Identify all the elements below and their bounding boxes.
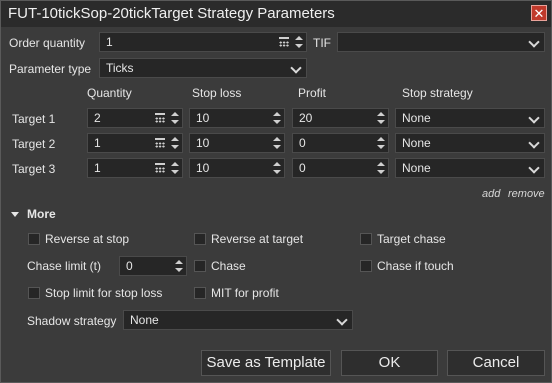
chase-if-touch-checkbox[interactable] [360, 260, 372, 272]
target-1-label: Target 1 [12, 112, 56, 126]
spinner-icon[interactable] [273, 110, 281, 126]
spinner-icon[interactable] [171, 160, 179, 176]
target-2-label: Target 2 [12, 137, 56, 151]
chevron-down-icon [290, 62, 302, 74]
chase-limit-label: Chase limit (t) [27, 259, 102, 273]
spinner-icon[interactable] [171, 135, 179, 151]
close-icon: ✕ [533, 6, 545, 21]
target-chase-checkbox[interactable] [360, 233, 372, 245]
target-1-stop-loss-value: 10 [196, 111, 210, 125]
parameter-type-dropdown[interactable]: Ticks [99, 58, 307, 78]
reverse-at-target-checkbox[interactable] [194, 233, 206, 245]
reverse-at-stop-checkbox[interactable] [28, 233, 40, 245]
target-1-profit-input[interactable]: 20 [292, 108, 389, 128]
calculator-icon[interactable] [155, 138, 165, 148]
remove-target-link[interactable]: remove [508, 188, 545, 200]
calculator-icon[interactable] [279, 37, 289, 47]
order-quantity-value: 1 [106, 35, 113, 49]
title-bar: FUT-10tickSop-20tickTarget Strategy Para… [1, 1, 551, 27]
chase-checkbox[interactable] [194, 260, 206, 272]
ok-button[interactable]: OK [341, 350, 438, 376]
target-2-quantity-input[interactable]: 1 [87, 133, 183, 153]
chase-if-touch-label: Chase if touch [377, 259, 454, 273]
calculator-icon[interactable] [155, 163, 165, 173]
target-2-quantity-value: 1 [94, 136, 101, 150]
spinner-icon[interactable] [171, 110, 179, 126]
target-1-quantity-input[interactable]: 2 [87, 108, 183, 128]
shadow-strategy-label: Shadow strategy [27, 314, 117, 328]
profit-header: Profit [298, 86, 327, 100]
tif-dropdown[interactable] [337, 32, 545, 52]
target-3-stop-loss-value: 10 [196, 161, 210, 175]
reverse-at-stop-label: Reverse at stop [45, 232, 130, 246]
shadow-strategy-value: None [130, 313, 159, 327]
spinner-icon[interactable] [175, 258, 183, 274]
spinner-icon[interactable] [295, 34, 303, 50]
target-3-label: Target 3 [12, 162, 56, 176]
strategy-parameters-dialog: FUT-10tickSop-20tickTarget Strategy Para… [0, 0, 552, 383]
calculator-icon[interactable] [155, 113, 165, 123]
chase-limit-value: 0 [126, 259, 133, 273]
target-1-stop-strategy-dropdown[interactable]: None [395, 108, 545, 128]
stop-limit-label: Stop limit for stop loss [45, 286, 163, 300]
target-2-stop-loss-input[interactable]: 10 [189, 133, 285, 153]
quantity-header: Quantity [87, 86, 132, 100]
spinner-icon[interactable] [273, 135, 281, 151]
target-3-quantity-value: 1 [94, 161, 101, 175]
parameter-type-label: Parameter type [9, 62, 92, 76]
more-section-header[interactable]: More [27, 207, 56, 221]
stop-limit-checkbox[interactable] [28, 287, 40, 299]
spinner-icon[interactable] [273, 160, 281, 176]
spinner-icon[interactable] [377, 135, 385, 151]
target-3-quantity-input[interactable]: 1 [87, 158, 183, 178]
target-chase-label: Target chase [377, 232, 446, 246]
target-2-profit-input[interactable]: 0 [292, 133, 389, 153]
chase-label: Chase [211, 259, 246, 273]
stop-loss-header: Stop loss [192, 86, 242, 100]
window-title: FUT-10tickSop-20tickTarget Strategy Para… [8, 5, 335, 22]
order-quantity-input[interactable]: 1 [99, 32, 307, 52]
target-1-profit-value: 20 [299, 111, 313, 125]
target-1-quantity-value: 2 [94, 111, 101, 125]
chevron-down-icon [528, 112, 540, 124]
target-3-profit-input[interactable]: 0 [292, 158, 389, 178]
collapse-triangle-icon[interactable] [11, 212, 19, 217]
chevron-down-icon [528, 137, 540, 149]
reverse-at-target-label: Reverse at target [211, 232, 304, 246]
stop-strategy-header: Stop strategy [402, 86, 473, 100]
target-3-stop-strategy-value: None [402, 161, 431, 175]
tif-label: TIF [313, 36, 331, 50]
target-3-stop-loss-input[interactable]: 10 [189, 158, 285, 178]
cancel-button[interactable]: Cancel [447, 350, 545, 376]
save-as-template-button[interactable]: Save as Template [201, 350, 331, 376]
close-button[interactable]: ✕ [531, 5, 547, 21]
mit-for-profit-checkbox[interactable] [194, 287, 206, 299]
target-1-stop-loss-input[interactable]: 10 [189, 108, 285, 128]
chevron-down-icon [528, 36, 540, 48]
order-quantity-label: Order quantity [9, 36, 86, 50]
target-3-profit-value: 0 [299, 161, 306, 175]
target-2-profit-value: 0 [299, 136, 306, 150]
shadow-strategy-dropdown[interactable]: None [123, 310, 353, 330]
add-target-link[interactable]: add [482, 188, 500, 200]
chase-limit-input[interactable]: 0 [119, 256, 187, 276]
target-2-stop-strategy-dropdown[interactable]: None [395, 133, 545, 153]
target-2-stop-strategy-value: None [402, 136, 431, 150]
parameter-type-value: Ticks [106, 61, 134, 75]
spinner-icon[interactable] [377, 160, 385, 176]
chevron-down-icon [336, 314, 348, 326]
target-1-stop-strategy-value: None [402, 111, 431, 125]
target-3-stop-strategy-dropdown[interactable]: None [395, 158, 545, 178]
chevron-down-icon [528, 162, 540, 174]
mit-for-profit-label: MIT for profit [211, 286, 279, 300]
spinner-icon[interactable] [377, 110, 385, 126]
target-2-stop-loss-value: 10 [196, 136, 210, 150]
